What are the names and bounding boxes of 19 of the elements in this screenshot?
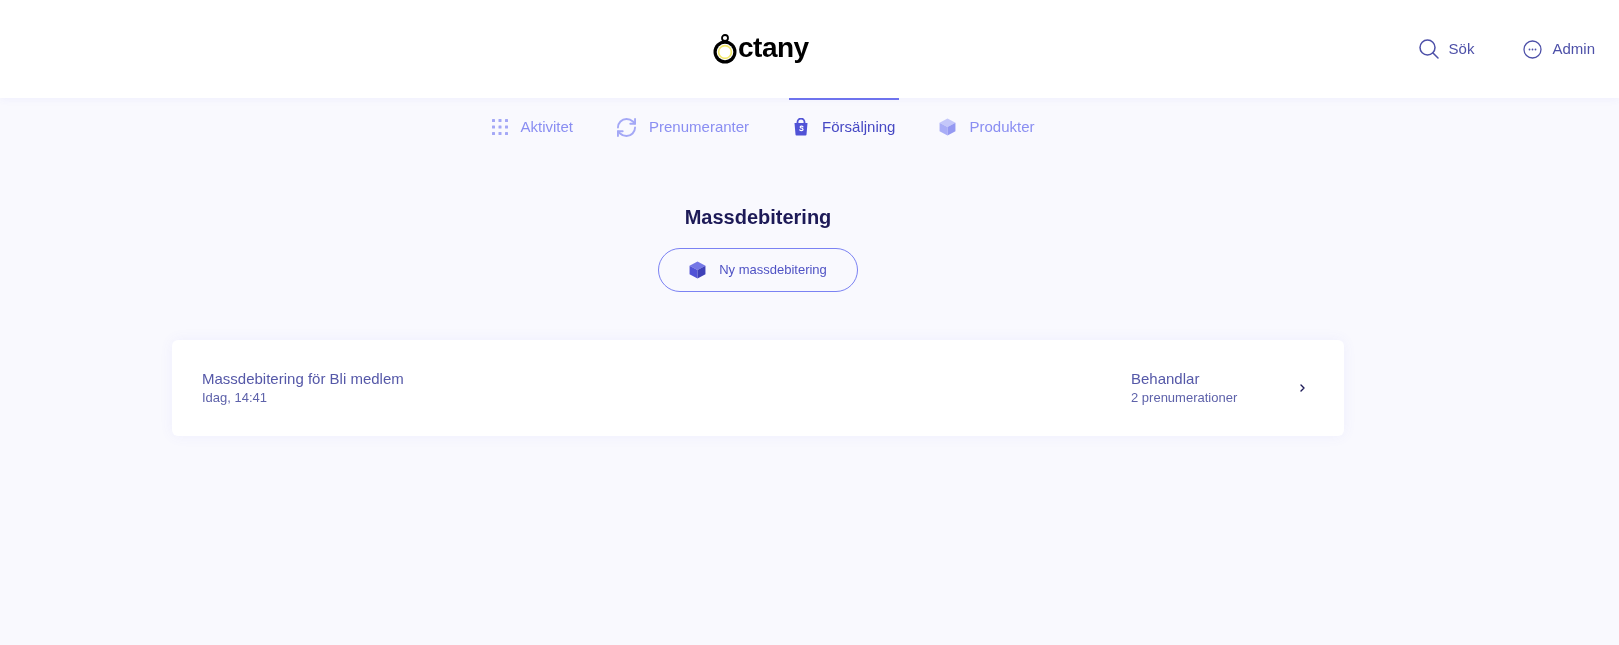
item-title: Massdebitering för Bli medlem <box>202 369 405 389</box>
item-status: Behandlar <box>1131 369 1201 389</box>
more-options-icon <box>1523 39 1543 59</box>
cube-icon <box>689 261 707 279</box>
cube-icon <box>939 118 957 136</box>
ring-logo-icon <box>713 34 737 64</box>
account-menu-button[interactable]: Admin <box>1523 37 1595 61</box>
shopping-bag-icon <box>793 118 810 136</box>
search-button[interactable]: Sök <box>1418 37 1475 61</box>
chevron-right-icon <box>1300 384 1305 392</box>
nav-tab[interactable]: Försäljning <box>789 98 900 154</box>
list-item[interactable]: Massdebitering för Bli medlem Idag, 14:41 Behandlar 2 prenumerationer <box>172 340 1344 436</box>
logo-link[interactable]: ctany <box>713 34 809 64</box>
item-date: Idag, 14:41 <box>202 389 269 407</box>
grid-dots-icon <box>491 119 508 135</box>
item-count: 2 prenumerationer <box>1131 389 1239 407</box>
page-title: Massdebitering <box>684 205 832 230</box>
search-icon <box>1418 39 1439 59</box>
refresh-icon <box>617 117 636 137</box>
